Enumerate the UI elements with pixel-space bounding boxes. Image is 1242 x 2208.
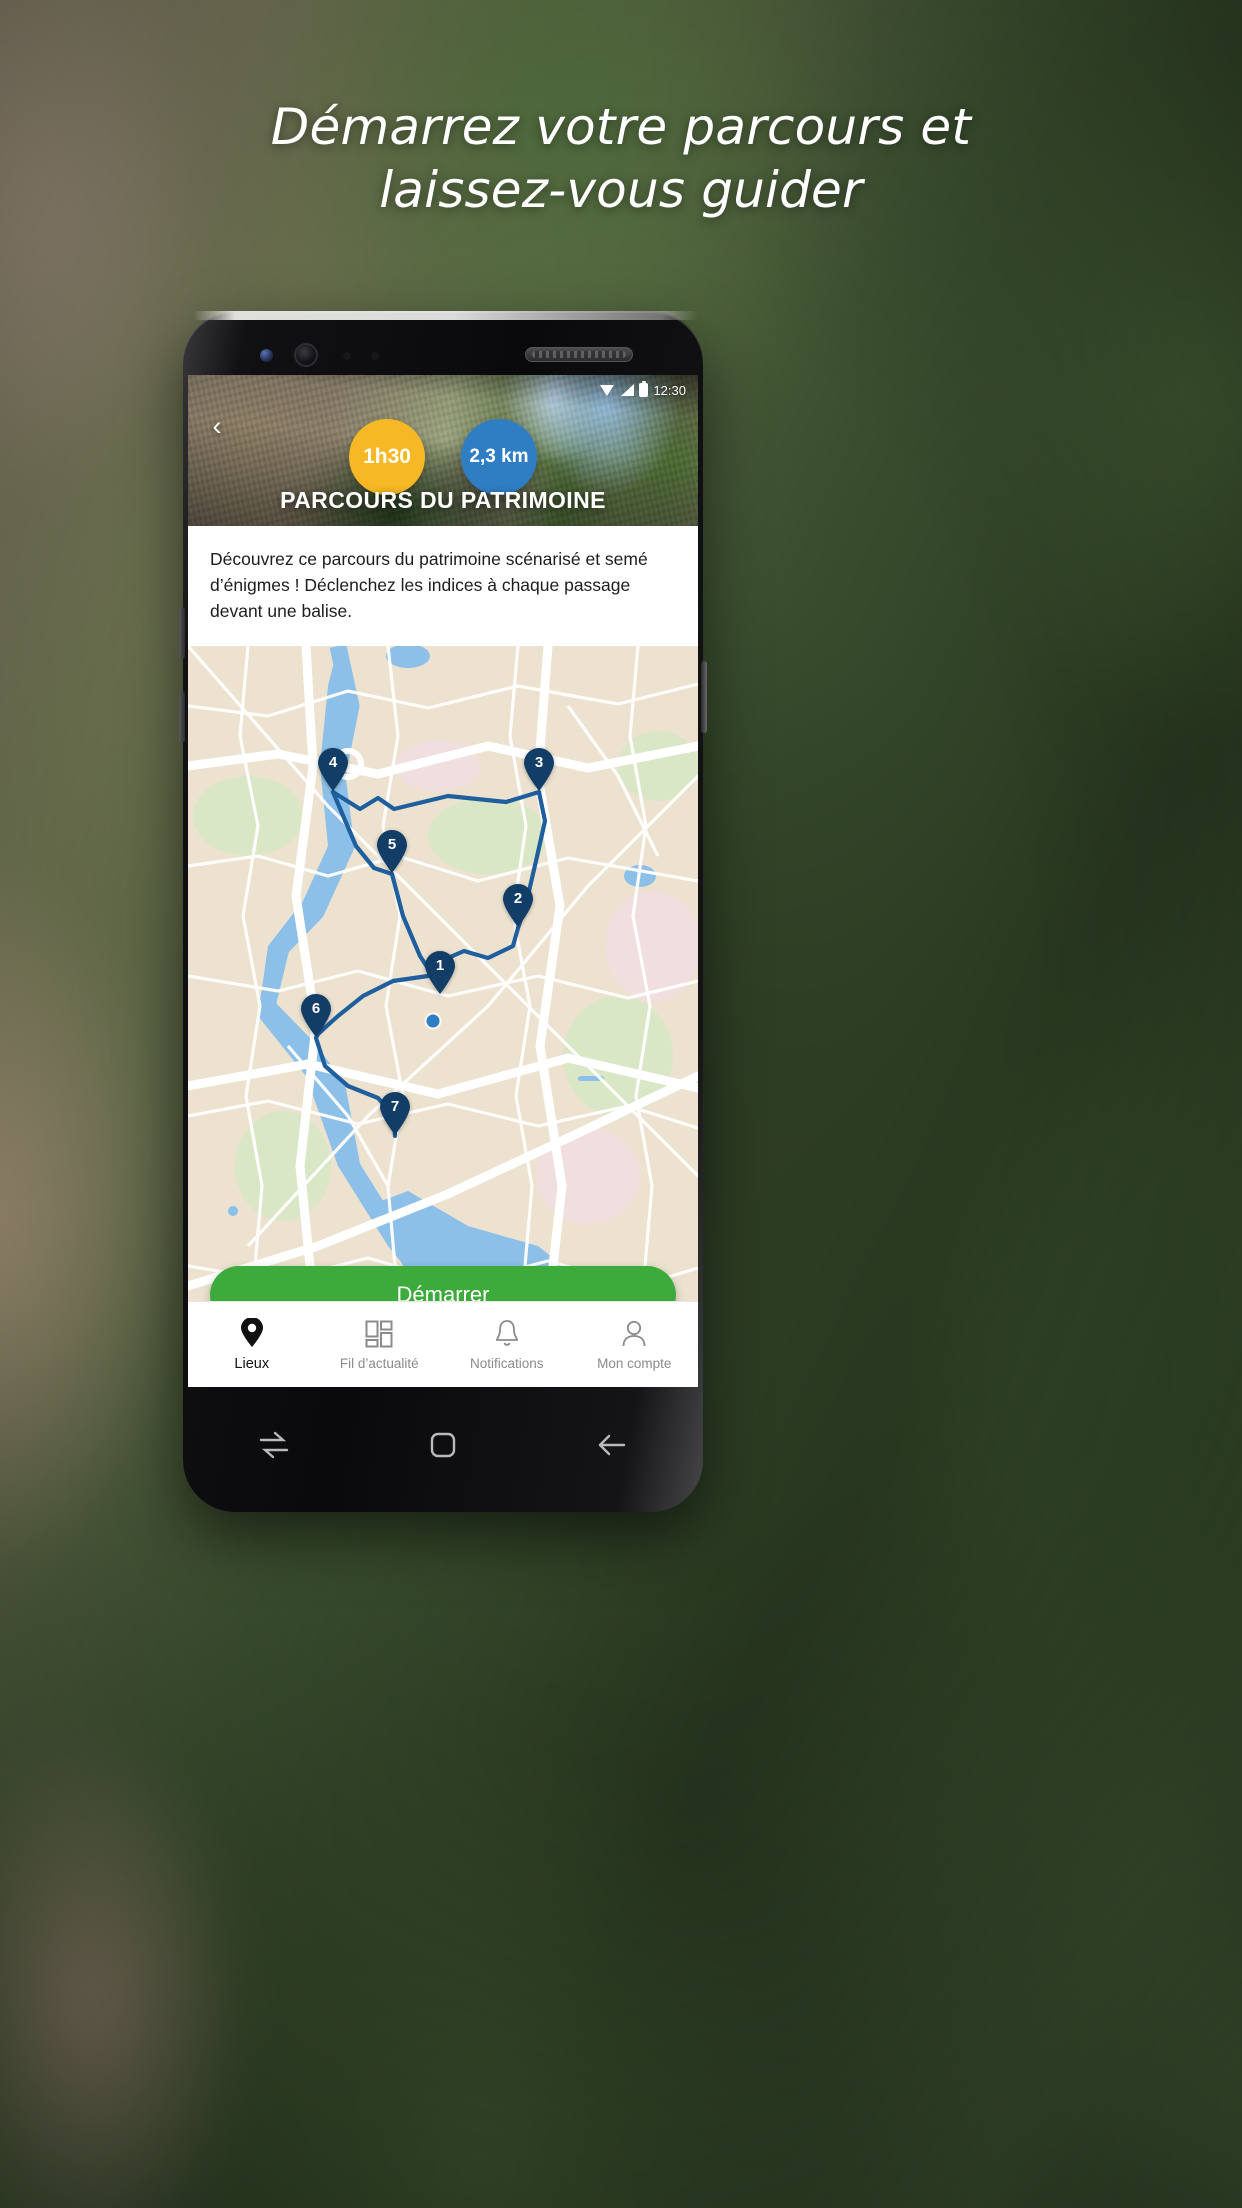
map-pin-label: 4 [328,754,338,771]
grid-tiles-icon [365,1318,393,1348]
volume-down-button[interactable] [179,691,185,743]
signal-icon [620,384,635,396]
iris-sensor-icon [260,349,273,362]
map-pin-label: 1 [435,957,445,974]
map-pin-2[interactable]: 2 [501,884,535,928]
phone-top-bezel [191,319,695,375]
route-map[interactable]: 1 2 3 4 5 6 7 Démarrer [188,646,698,1346]
headline-line-1: Démarrez votre parcours et [270,98,972,156]
nav-item-fil-dactualite[interactable]: Fil d’actualité [316,1302,444,1387]
map-pin-1[interactable]: 1 [423,951,457,995]
distance-badge: 2,3 km [461,419,537,495]
proximity-sensor-icon [343,352,351,360]
arrow-left-icon[interactable] [595,1430,629,1465]
map-pin-6[interactable]: 6 [299,994,333,1038]
volume-up-button[interactable] [179,607,185,659]
light-sensor-icon [371,352,379,360]
nav-item-label: Lieux [234,1355,270,1372]
hero-badges: 1h30 2,3 km [188,419,698,495]
android-navigation-bar [188,1387,698,1507]
nav-item-label: Mon compte [597,1356,672,1371]
map-pin-3[interactable]: 3 [522,748,556,792]
promo-headline: Démarrez votre parcours et laissez-vous … [0,96,1242,222]
phone-screen: 12:30 ‹ 1h30 2,3 km PARCOURS DU PATRIMOI… [188,375,698,1387]
nav-item-mon-compte[interactable]: Mon compte [571,1302,699,1387]
front-camera-icon [294,343,318,367]
bell-icon [494,1318,520,1348]
map-canvas [188,646,698,1346]
map-pin-label: 3 [534,754,544,771]
status-bar-time: 12:30 [653,382,686,398]
nav-item-notifications[interactable]: Notifications [443,1302,571,1387]
headline-line-2: laissez-vous guider [379,161,863,219]
map-pin-label: 6 [311,1000,321,1017]
description-text: Découvrez ce parcours du patrimoine scén… [210,549,648,621]
battery-icon [639,380,649,397]
nav-item-lieux[interactable]: Lieux [188,1302,316,1387]
page-title: PARCOURS DU PATRIMOINE [280,487,606,513]
map-pin-5[interactable]: 5 [375,830,409,874]
phone-mockup: 12:30 ‹ 1h30 2,3 km PARCOURS DU PATRIMOI… [179,311,707,1512]
map-pin-label: 7 [390,1098,400,1115]
map-pin-7[interactable]: 7 [378,1092,412,1136]
map-pin-4[interactable]: 4 [316,748,350,792]
location-pin-icon [240,1317,264,1348]
power-button[interactable] [701,661,707,733]
hero-section: 12:30 ‹ 1h30 2,3 km PARCOURS DU PATRIMOI… [188,375,698,526]
duration-badge: 1h30 [349,419,425,495]
map-pin-label: 5 [387,836,397,853]
map-pin-label: 2 [513,890,523,907]
bottom-navigation: Lieux Fil d’actualité Notifications Mon … [188,1301,698,1387]
earpiece-speaker [525,347,633,362]
nav-item-label: Fil d’actualité [339,1356,419,1371]
description-section: Découvrez ce parcours du patrimoine scén… [188,526,698,646]
status-bar: 12:30 [188,375,698,405]
home-square-icon[interactable] [428,1430,458,1465]
user-location-dot [426,1014,440,1028]
person-icon [621,1318,647,1348]
recents-icon[interactable] [257,1430,291,1465]
wifi-icon [600,384,615,396]
nav-item-label: Notifications [469,1356,544,1371]
